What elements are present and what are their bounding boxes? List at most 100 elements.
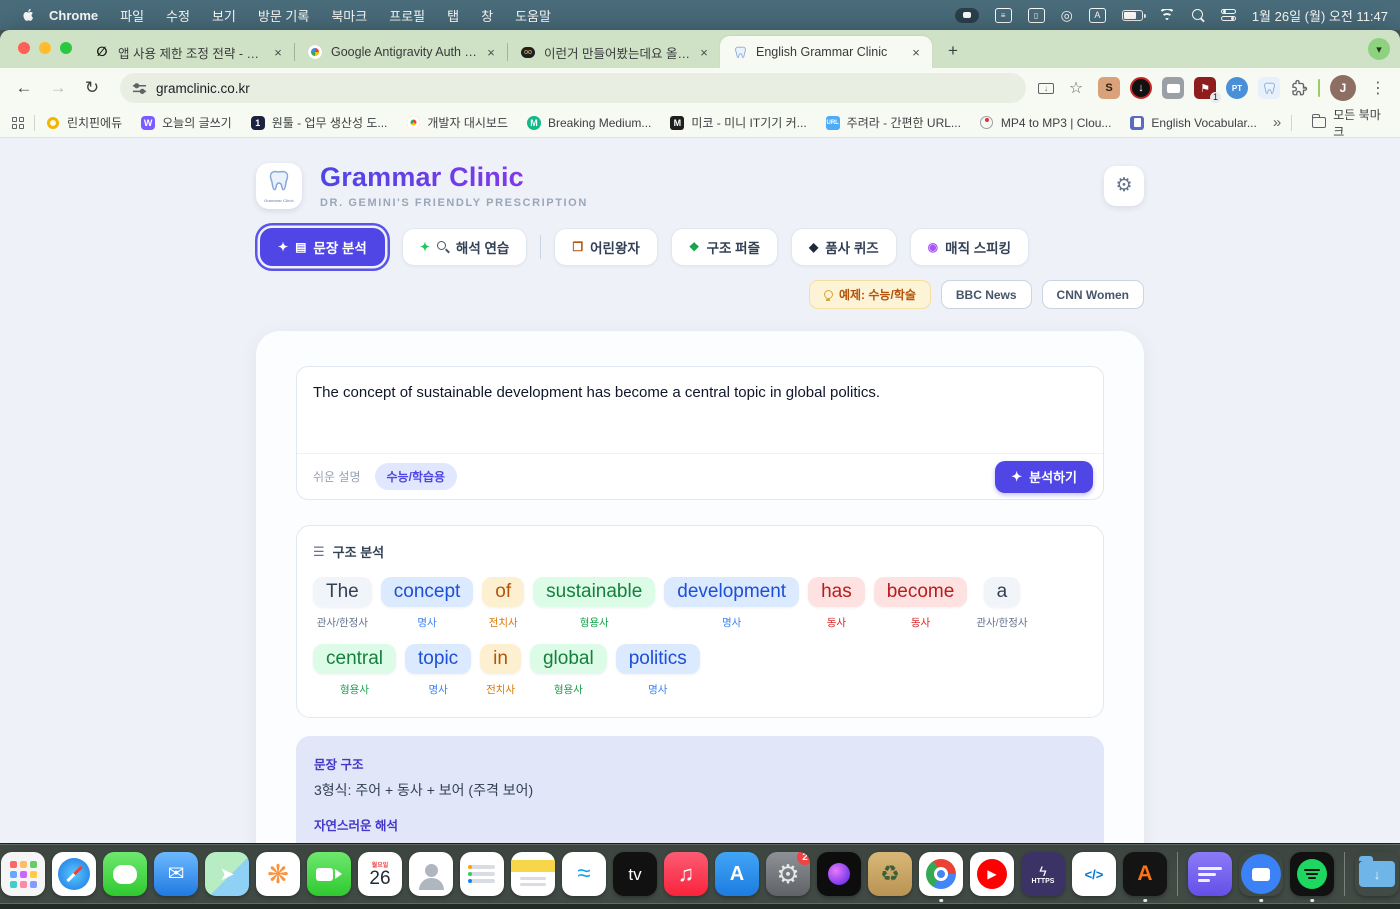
tab-구조 퍼즐[interactable]: ❖구조 퍼즐: [671, 228, 778, 266]
menubar-item-도움말[interactable]: 도움말: [515, 6, 551, 25]
dock-app-contacts[interactable]: [408, 851, 454, 897]
bookmark-1[interactable]: 린치핀에듀: [45, 114, 122, 131]
dock-app-mail[interactable]: ✉: [153, 851, 199, 897]
word-chip-The[interactable]: The관사/한정사: [313, 577, 372, 630]
browser-menu-icon[interactable]: ⋮: [1366, 76, 1390, 100]
bookmark-9[interactable]: English Vocabular...: [1129, 115, 1256, 131]
dock-app-ai-app[interactable]: A: [1122, 851, 1168, 897]
dock-app-https-app[interactable]: ϟHTTPS: [1020, 851, 1066, 897]
menubar-clock[interactable]: 1월 26일 (월) 오전 11:47: [1252, 6, 1388, 25]
word-chip-of[interactable]: of전치사: [482, 577, 524, 630]
dock-app-facetime[interactable]: [306, 851, 352, 897]
dock-app-freeform[interactable]: ≈: [561, 851, 607, 897]
tab-4[interactable]: English Grammar Clinic×: [720, 36, 932, 68]
url-text[interactable]: gramclinic.co.kr: [156, 81, 250, 96]
word-chip-concept[interactable]: concept명사: [381, 577, 474, 630]
bookmark-2[interactable]: W오늘의 글쓰기: [140, 114, 232, 131]
dock-app-calendar[interactable]: 월요일26: [357, 851, 403, 897]
new-tab-button[interactable]: +: [940, 38, 966, 64]
dock-app-spotify[interactable]: [1289, 851, 1335, 897]
extension-pocket-icon[interactable]: ⚑1: [1194, 77, 1216, 99]
dock-app-messages[interactable]: [102, 851, 148, 897]
menubar-item-보기[interactable]: 보기: [212, 6, 236, 25]
dock-app-downloads-folder[interactable]: ↓: [1354, 851, 1400, 897]
word-chip-a[interactable]: a관사/한정사: [976, 577, 1027, 630]
profile-avatar[interactable]: J: [1330, 75, 1356, 101]
dock-app-vscode[interactable]: </>: [1071, 851, 1117, 897]
bookmark-4[interactable]: 개발자 대시보드: [405, 114, 508, 131]
dock-app-youtube-music[interactable]: ▶: [969, 851, 1015, 897]
install-app-icon[interactable]: ↓: [1038, 83, 1054, 94]
minimize-window-button[interactable]: [39, 42, 51, 54]
dock-app-meeting-app[interactable]: [1238, 851, 1284, 897]
apple-logo-icon[interactable]: [20, 7, 35, 23]
settings-button[interactable]: ⚙: [1104, 166, 1144, 206]
tab-3[interactable]: oo이런거 만들어봤는데요 올릴까 고민×: [508, 36, 720, 68]
dock-app-media-app[interactable]: [816, 851, 862, 897]
tab-close-icon[interactable]: ×: [696, 44, 712, 60]
spotlight-icon[interactable]: [1192, 9, 1205, 22]
bookmarks-overflow-icon[interactable]: »: [1273, 114, 1281, 131]
sentence-input[interactable]: The concept of sustainable development h…: [297, 367, 1103, 453]
bookmark-3[interactable]: 1원툴 - 업무 생산성 도...: [250, 114, 388, 131]
dock-app-maps[interactable]: ➤: [204, 851, 250, 897]
menubar-item-파일[interactable]: 파일: [120, 6, 144, 25]
dock-app-launchpad[interactable]: [0, 851, 46, 897]
word-chip-has[interactable]: has동사: [808, 577, 865, 630]
menubar-item-방문 기록[interactable]: 방문 기록: [258, 6, 309, 25]
menubar-item-탭[interactable]: 탭: [447, 6, 459, 25]
control-center-icon[interactable]: [1221, 9, 1236, 21]
bookmark-8[interactable]: MP4 to MP3 | Clou...: [979, 115, 1112, 131]
address-bar[interactable]: gramclinic.co.kr: [120, 73, 1026, 103]
tab-close-icon[interactable]: ×: [908, 44, 924, 60]
site-settings-icon[interactable]: [132, 81, 147, 96]
tab-1[interactable]: ∅앱 사용 제한 조정 전략 - Grok×: [82, 36, 294, 68]
dock-app-chrome[interactable]: [918, 851, 964, 897]
menubar-app-name[interactable]: Chrome: [49, 8, 98, 23]
word-chip-in[interactable]: in전치사: [480, 644, 521, 697]
menubar-item-창[interactable]: 창: [481, 6, 493, 25]
menubar-item-프로필[interactable]: 프로필: [389, 6, 425, 25]
example-button-BBC News[interactable]: BBC News: [941, 280, 1032, 309]
battery-icon[interactable]: [1122, 10, 1143, 21]
tab-search-chevron-icon[interactable]: ▾: [1368, 38, 1390, 60]
reload-icon[interactable]: ↻: [78, 74, 106, 102]
dock-app-music[interactable]: ♫: [663, 851, 709, 897]
extension-downloader-icon[interactable]: ↓: [1130, 77, 1152, 99]
menubar-item-북마크[interactable]: 북마크: [331, 6, 367, 25]
word-chip-development[interactable]: development명사: [664, 577, 799, 630]
dock-app-safari[interactable]: [51, 851, 97, 897]
dock-app-reminders[interactable]: [459, 851, 505, 897]
word-chip-sustainable[interactable]: sustainable형용사: [533, 577, 655, 630]
extension-grammar-clinic-icon[interactable]: [1258, 77, 1280, 99]
bookmark-5[interactable]: MBreaking Medium...: [526, 115, 651, 131]
zoom-window-button[interactable]: [60, 42, 72, 54]
word-chip-global[interactable]: global형용사: [530, 644, 607, 697]
word-chip-become[interactable]: become동사: [874, 577, 968, 630]
dock-app-photos[interactable]: ❋: [255, 851, 301, 897]
extensions-puzzle-icon[interactable]: [1290, 79, 1308, 97]
example-button-CNN Women[interactable]: CNN Women: [1042, 280, 1144, 309]
back-icon[interactable]: ←: [10, 74, 38, 102]
tab-어린왕자[interactable]: ❒어린왕자: [554, 228, 657, 266]
dock-app-recycle-app[interactable]: ♻: [867, 851, 913, 897]
dock-app-app-store[interactable]: A: [714, 851, 760, 897]
tab-close-icon[interactable]: ×: [270, 44, 286, 60]
tab-2[interactable]: Google Antigravity Auth Succ×: [295, 36, 507, 68]
tab-close-icon[interactable]: ×: [483, 44, 499, 60]
bookmark-6[interactable]: M미코 - 미니 IT기기 커...: [669, 114, 806, 131]
input-source-icon[interactable]: A: [1089, 8, 1106, 23]
window-manager-icon[interactable]: ≡: [995, 8, 1012, 23]
easy-explain-toggle-label[interactable]: 쉬운 설명: [313, 468, 361, 485]
device-icon[interactable]: ▯: [1028, 8, 1045, 23]
example-button-예제: 수능/학술[interactable]: 예제: 수능/학술: [809, 280, 931, 309]
extension-sider-icon[interactable]: S: [1098, 77, 1120, 99]
analyze-button[interactable]: ✦ 분석하기: [995, 461, 1093, 493]
forward-icon[interactable]: →: [44, 74, 72, 102]
tab-문장 분석[interactable]: ✦▤문장 분석: [260, 228, 385, 266]
word-chip-politics[interactable]: politics명사: [616, 644, 700, 697]
all-bookmarks-button[interactable]: 모든 북마크: [1312, 106, 1388, 140]
word-chip-central[interactable]: central형용사: [313, 644, 396, 697]
word-chip-topic[interactable]: topic명사: [405, 644, 471, 697]
close-window-button[interactable]: [18, 42, 30, 54]
